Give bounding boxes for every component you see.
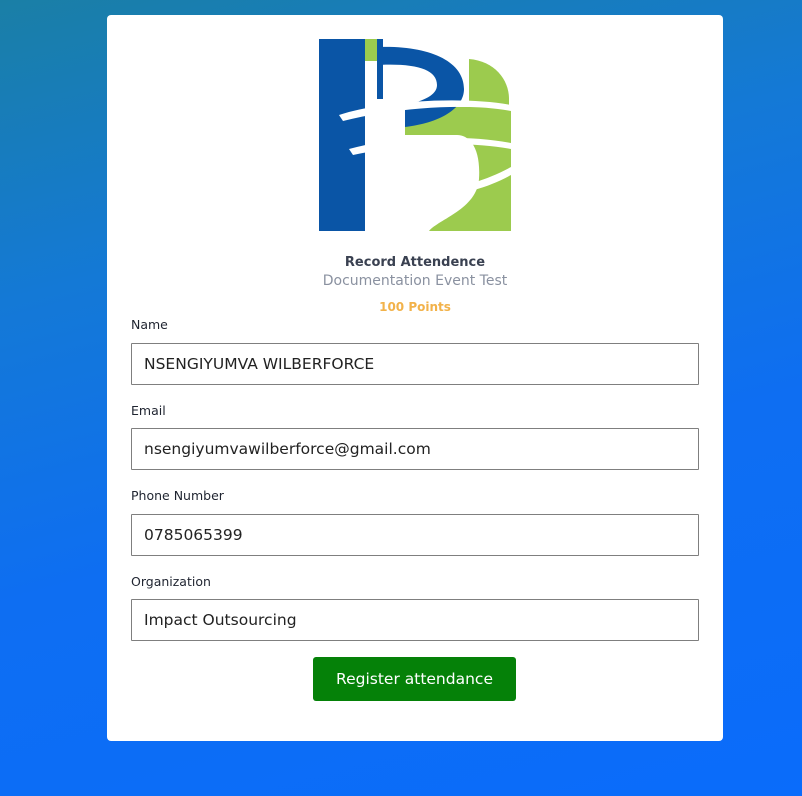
email-input[interactable] xyxy=(131,428,699,470)
name-label: Name xyxy=(131,317,168,332)
points-badge: 100 Points xyxy=(379,300,451,314)
logo-icon xyxy=(319,39,511,231)
register-attendance-button[interactable]: Register attendance xyxy=(313,657,516,701)
email-label: Email xyxy=(131,403,166,418)
organization-label: Organization xyxy=(131,574,211,589)
page-title: Record Attendence xyxy=(344,255,486,270)
phone-label: Phone Number xyxy=(131,488,224,503)
attendance-card: Record Attendence Documentation Event Te… xyxy=(107,15,723,741)
event-name: Documentation Event Test xyxy=(322,273,508,289)
name-input[interactable] xyxy=(131,343,699,385)
phone-input[interactable] xyxy=(131,514,699,556)
organization-input[interactable] xyxy=(131,599,699,641)
